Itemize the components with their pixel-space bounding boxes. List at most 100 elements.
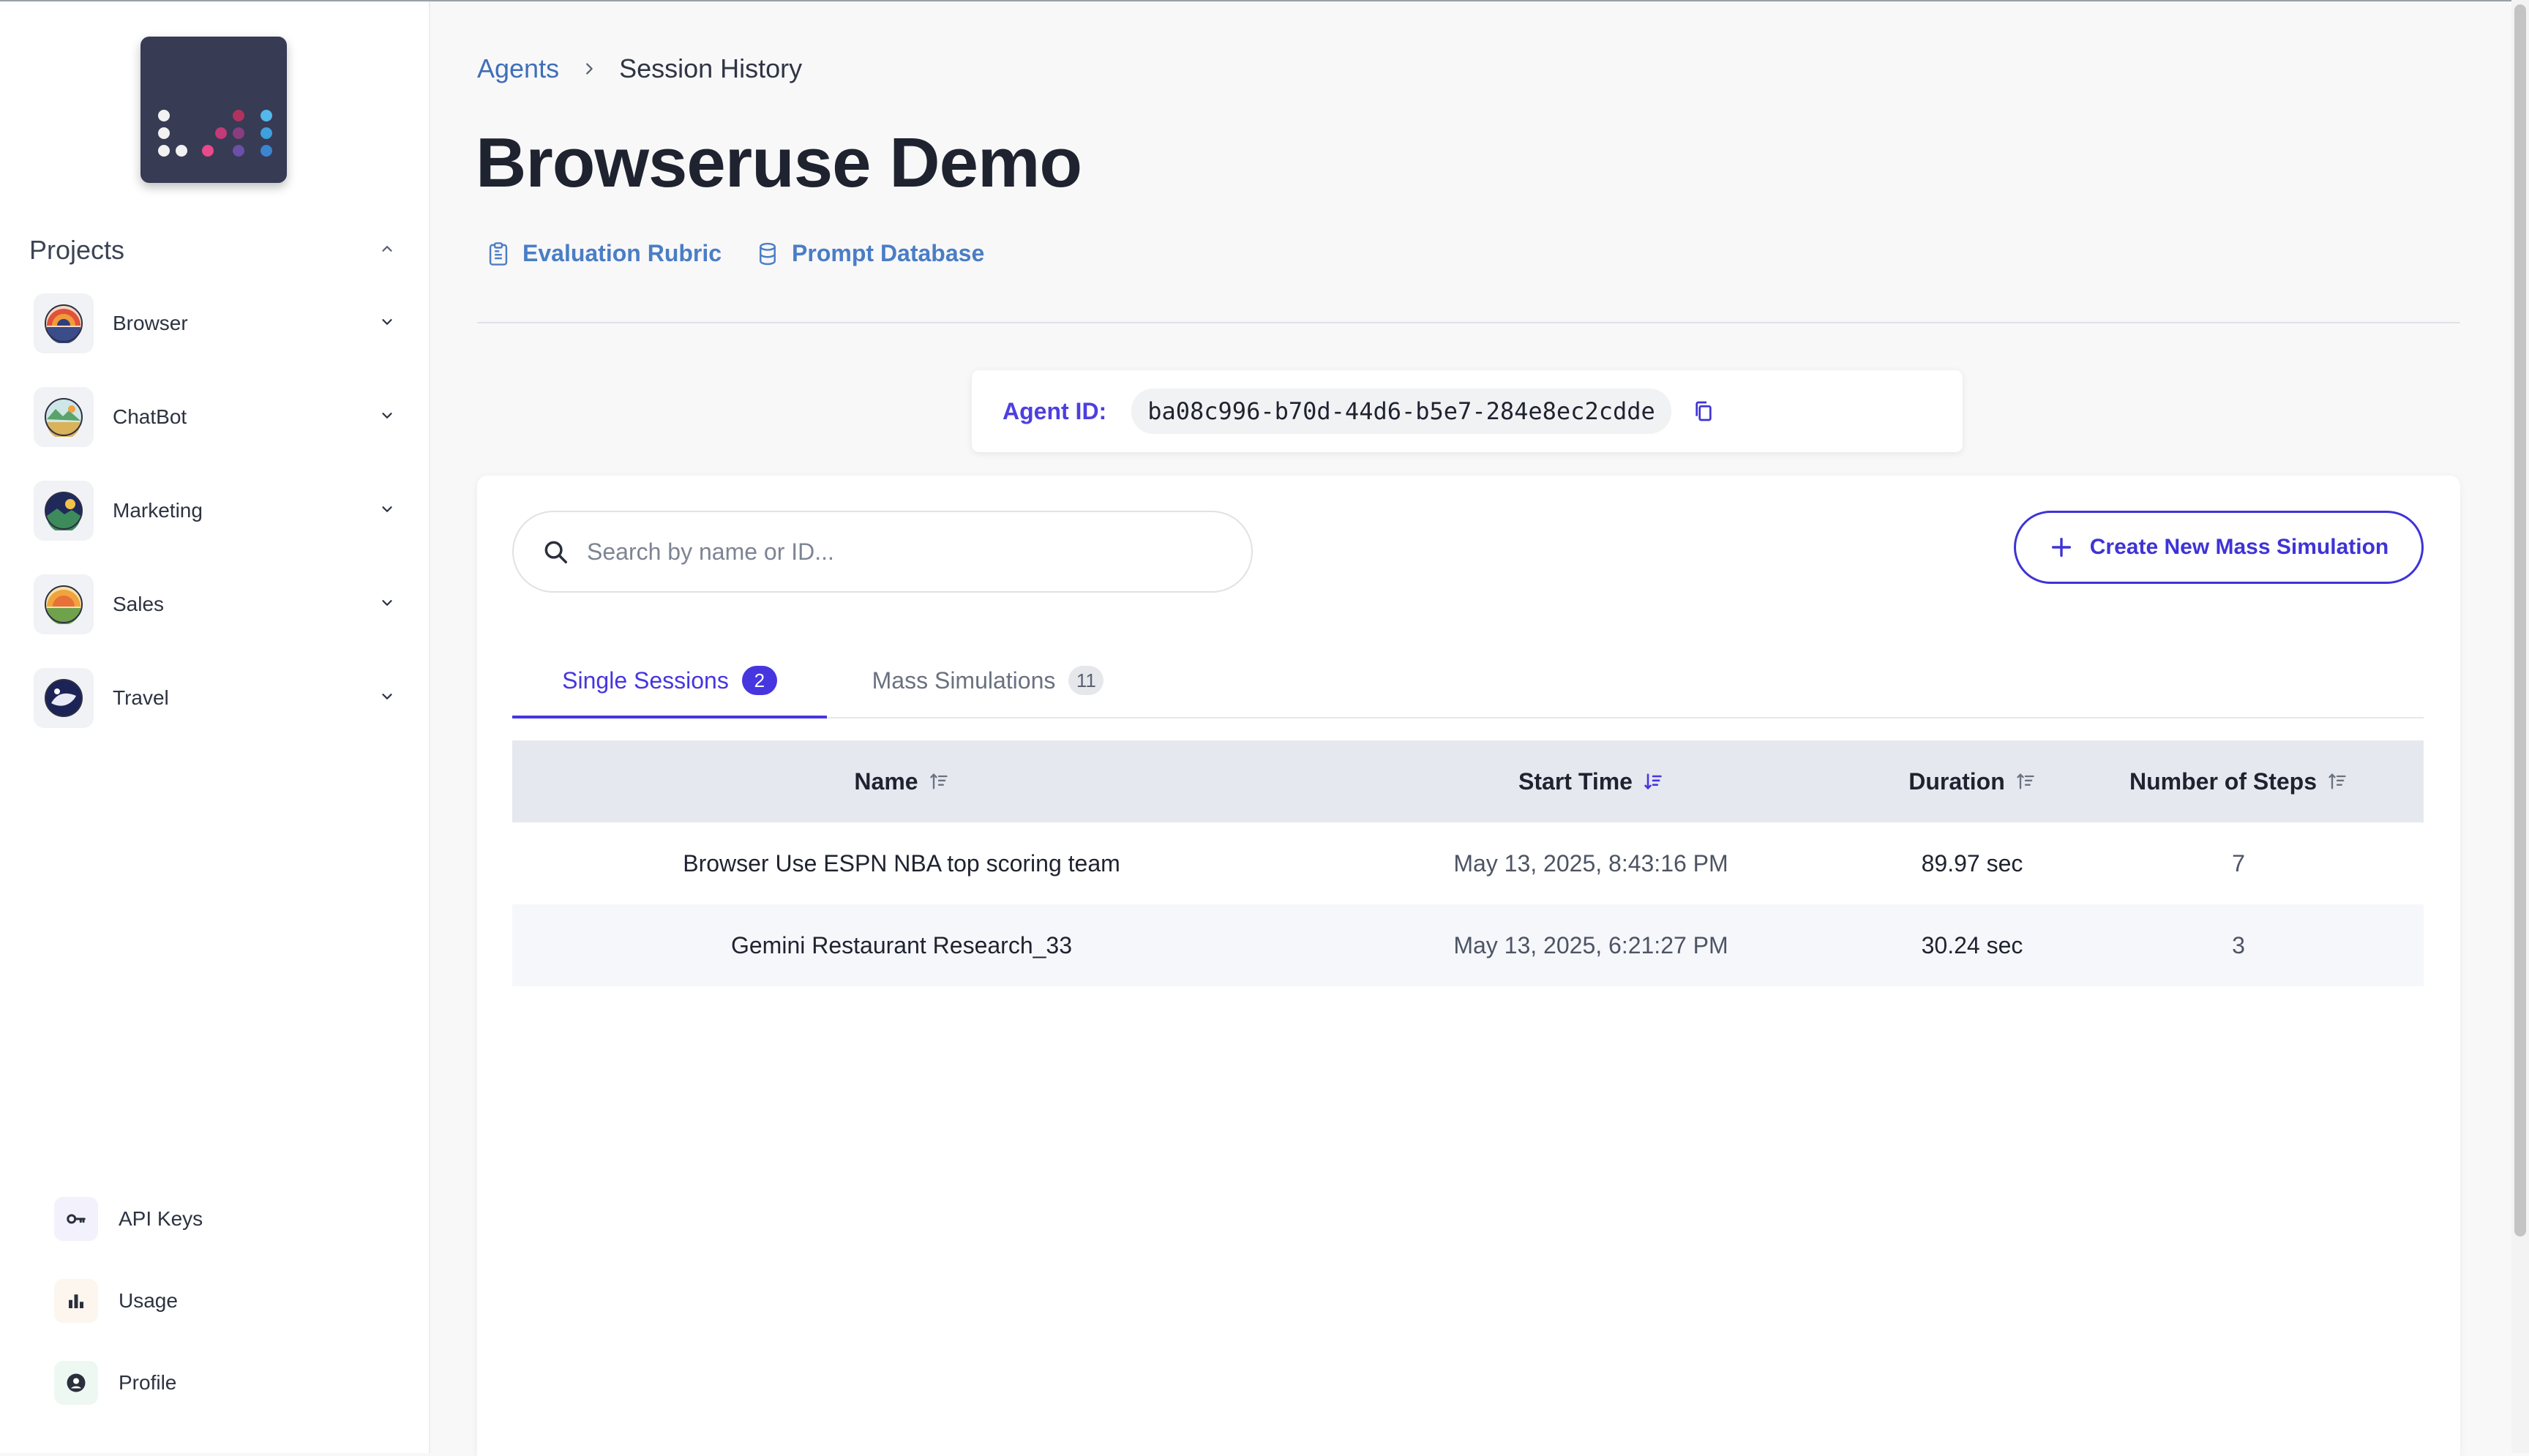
logo-dot <box>233 127 244 139</box>
tab-label: Single Sessions <box>562 667 729 694</box>
sales-project-icon <box>34 574 94 634</box>
logo-dot <box>158 145 170 157</box>
agent-id-card: Agent ID: ba08c996-b70d-44d6-b5e7-284e8e… <box>972 370 1963 452</box>
sort-icon <box>2017 773 2034 789</box>
column-header-start-time[interactable]: Start Time <box>1291 768 1891 795</box>
logo-dot <box>202 145 214 157</box>
project-label: Sales <box>113 593 165 615</box>
column-header-label: Start Time <box>1518 768 1633 795</box>
evaluation-rubric-link[interactable]: Evaluation Rubric <box>487 240 722 267</box>
prompt-database-link[interactable]: Prompt Database <box>757 240 984 267</box>
sidebar-item-profile[interactable]: Profile <box>54 1361 361 1405</box>
project-item-marketing[interactable]: Marketing <box>34 480 395 541</box>
project-item-browser[interactable]: Browser <box>34 293 395 354</box>
chevron-right-icon <box>581 61 597 77</box>
search-field[interactable] <box>512 511 1253 593</box>
agent-id-value[interactable]: ba08c996-b70d-44d6-b5e7-284e8ec2cdde <box>1131 389 1671 434</box>
user-icon <box>54 1361 98 1405</box>
sort-icon <box>929 773 948 789</box>
cell-start-time: May 13, 2025, 6:21:27 PM <box>1453 931 1728 958</box>
breadcrumb: Agents Session History <box>477 53 802 85</box>
evaluation-rubric-label: Evaluation Rubric <box>522 240 722 266</box>
bar-chart-icon <box>54 1279 98 1323</box>
sessions-table: Name Start Time Duration Number of Steps <box>512 740 2424 986</box>
breadcrumb-agents-link[interactable]: Agents <box>477 53 559 84</box>
tab-single-sessions[interactable]: Single Sessions 2 <box>512 644 827 718</box>
session-tabs: Single Sessions 2 Mass Simulations 11 <box>512 644 2424 718</box>
page-title: Browseruse Demo <box>476 124 1082 202</box>
chevron-down-icon[interactable] <box>379 595 395 615</box>
sidebar-item-label: API Keys <box>119 1207 203 1230</box>
sort-descending-icon <box>1644 773 1662 790</box>
cell-duration: 89.97 sec <box>1921 849 2023 877</box>
project-label: Travel <box>113 686 169 709</box>
cell-name: Gemini Restaurant Research_33 <box>730 931 1072 958</box>
prompt-database-label: Prompt Database <box>792 240 985 266</box>
doc-links: Evaluation Rubric Prompt Database <box>487 240 1019 267</box>
table-row[interactable]: Browser Use ESPN NBA top scoring team Ma… <box>512 822 2424 904</box>
cell-steps: 7 <box>2232 849 2245 877</box>
chevron-down-icon[interactable] <box>379 688 395 708</box>
sidebar-item-api-keys[interactable]: API Keys <box>54 1197 361 1241</box>
cell-duration: 30.24 sec <box>1921 931 2023 958</box>
column-header-label: Duration <box>1908 768 2005 795</box>
column-header-label: Number of Steps <box>2129 768 2318 795</box>
count-badge: 11 <box>1068 666 1104 695</box>
agent-id-label: Agent ID: <box>1003 397 1107 424</box>
project-item-travel[interactable]: Travel <box>34 667 395 729</box>
projects-title: Projects <box>29 235 125 265</box>
browser-project-icon <box>34 293 94 353</box>
column-header-name[interactable]: Name <box>512 768 1291 795</box>
table-row[interactable]: Gemini Restaurant Research_33 May 13, 20… <box>512 904 2424 986</box>
sort-icon <box>2328 773 2346 789</box>
sessions-panel: Create New Mass Simulation Single Sessio… <box>477 476 2460 1456</box>
cell-start-time: May 13, 2025, 8:43:16 PM <box>1453 849 1728 877</box>
create-mass-simulation-button[interactable]: Create New Mass Simulation <box>2014 511 2424 584</box>
logo-dot <box>176 145 187 157</box>
sidebar-item-label: Usage <box>119 1289 178 1312</box>
search-icon <box>544 541 567 563</box>
logo-dot <box>215 127 227 139</box>
header-divider <box>477 322 2460 323</box>
tab-mass-simulations[interactable]: Mass Simulations 11 <box>842 644 1134 717</box>
scrollbar-thumb[interactable] <box>2514 4 2526 1237</box>
travel-project-icon <box>34 668 94 728</box>
chatbot-project-icon <box>34 387 94 447</box>
chevron-down-icon[interactable] <box>379 314 395 334</box>
app-window: Projects Browser ChatBot Marketing Sales… <box>0 0 2529 1456</box>
column-header-label: Name <box>854 768 918 795</box>
marketing-project-icon <box>34 481 94 541</box>
plus-icon <box>2051 537 2071 558</box>
logo-dot <box>158 110 170 121</box>
search-input[interactable] <box>585 537 1218 566</box>
project-item-chatbot[interactable]: ChatBot <box>34 386 395 448</box>
sidebar-item-usage[interactable]: Usage <box>54 1279 361 1323</box>
chevron-down-icon[interactable] <box>379 501 395 521</box>
app-logo[interactable] <box>140 37 287 183</box>
sidebar-item-label: Profile <box>119 1371 177 1394</box>
breadcrumb-current: Session History <box>619 53 803 83</box>
column-header-steps[interactable]: Number of Steps <box>2053 768 2424 795</box>
count-badge: 2 <box>741 666 777 695</box>
logo-dot <box>233 145 244 157</box>
sidebar: Projects Browser ChatBot Marketing Sales… <box>0 1 430 1453</box>
tab-label: Mass Simulations <box>872 667 1056 694</box>
projects-header[interactable]: Projects <box>29 234 395 266</box>
column-header-duration[interactable]: Duration <box>1891 768 2053 795</box>
project-label: ChatBot <box>113 405 187 428</box>
logo-dot <box>261 145 272 157</box>
copy-icon[interactable] <box>1692 399 1715 423</box>
create-button-label: Create New Mass Simulation <box>2089 535 2389 559</box>
clipboard-icon <box>489 241 508 266</box>
logo-dot <box>233 110 244 121</box>
key-icon <box>54 1197 98 1241</box>
chevron-down-icon[interactable] <box>379 408 395 427</box>
project-item-sales[interactable]: Sales <box>34 574 395 635</box>
database-icon <box>760 242 776 265</box>
cell-steps: 3 <box>2232 931 2245 958</box>
logo-dot <box>261 110 272 121</box>
logo-dot <box>261 127 272 139</box>
cell-name: Browser Use ESPN NBA top scoring team <box>683 849 1120 877</box>
project-label: Browser <box>113 312 188 334</box>
chevron-up-icon[interactable] <box>379 241 395 260</box>
